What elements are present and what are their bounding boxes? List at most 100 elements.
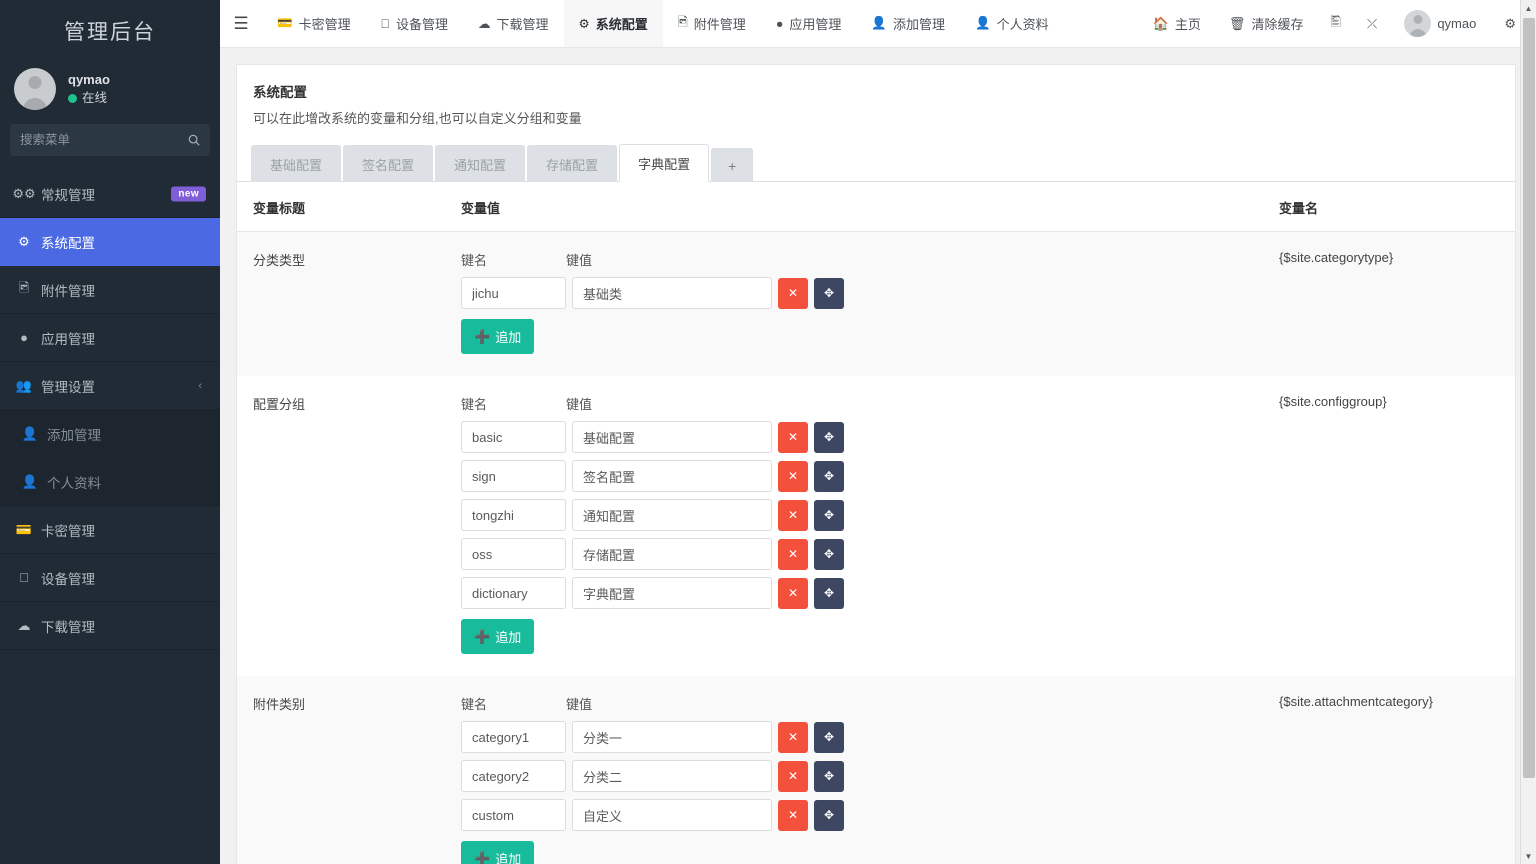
kv-key-input[interactable] [461,499,566,531]
kv-pair-row: ✕ ✥ [461,721,1253,753]
row-title: 附件类别 [237,676,445,864]
move-row-handle[interactable]: ✥ [814,800,844,831]
move-row-handle[interactable]: ✥ [814,278,844,309]
delete-row-button[interactable]: ✕ [778,278,808,309]
table-row: 附件类别 键名 键值 ✕ ✥ [237,676,1515,864]
delete-row-button[interactable]: ✕ [778,722,808,753]
move-row-handle[interactable]: ✥ [814,422,844,453]
sidebar-item-general[interactable]: ⚙⚙ 常规管理 new [0,170,220,218]
sidebar-search [0,124,220,170]
theme-skin-icon[interactable]: 🖺 [1317,0,1353,47]
sidebar-menu: ⚙⚙ 常规管理 new ⚙ 系统配置 🖻 附件管理 ● [0,170,220,650]
move-row-handle[interactable]: ✥ [814,500,844,531]
move-row-handle[interactable]: ✥ [814,539,844,570]
kv-key-input[interactable] [461,460,566,492]
tab-system-config[interactable]: ⚙ 系统配置 [564,0,663,47]
kv-key-input[interactable] [461,799,566,831]
sidebar-item-admin-settings[interactable]: 👥 管理设置 ‹ [0,362,220,410]
tab-sign-config[interactable]: 签名配置 [343,145,433,182]
clear-cache-button[interactable]: 🗑 清除缓存 [1215,0,1318,47]
sidebar-item-app[interactable]: ● 应用管理 [0,314,220,362]
page-scrollbar[interactable]: ▲ ▼ [1520,0,1536,864]
tab-basic-config[interactable]: 基础配置 [251,145,341,182]
kv-pair-row: ✕ ✥ [461,460,1253,492]
sidebar-item-system-config[interactable]: ⚙ 系统配置 [0,218,220,266]
search-input[interactable] [10,124,210,156]
kv-value-input[interactable] [572,577,772,609]
home-icon: 🏠 [1153,16,1169,32]
kv-value-input[interactable] [572,421,772,453]
sidebar-item-device[interactable]:  设备管理 [0,554,220,602]
sidebar-item-attachment[interactable]: 🖻 附件管理 [0,266,220,314]
kv-value-input[interactable] [572,277,772,309]
move-row-handle[interactable]: ✥ [814,761,844,792]
kv-pair-row: ✕ ✥ [461,538,1253,570]
tab-storage-config[interactable]: 存储配置 [527,145,617,182]
tab-download-management[interactable]: ☁ 下载管理 [463,0,564,47]
scroll-down-arrow-icon[interactable]: ▼ [1521,848,1536,864]
scrollbar-thumb[interactable] [1523,18,1535,778]
kv-key-input[interactable] [461,277,566,309]
profile-status: 在线 [68,89,110,107]
kv-value-input[interactable] [572,460,772,492]
sidebar-item-label: 管理设置 [41,376,95,396]
add-pair-button[interactable]: ➕ 追加 [461,319,534,354]
sidebar-item-add-admin[interactable]: 👤 添加管理 [0,410,220,458]
kv-key-input[interactable] [461,421,566,453]
move-row-handle[interactable]: ✥ [814,722,844,753]
user-menu[interactable]: qymao [1390,0,1490,47]
plus-icon: ➕ [474,629,490,645]
cloud-download-icon: ☁ [478,16,491,31]
move-row-handle[interactable]: ✥ [814,578,844,609]
sidebar-item-download[interactable]: ☁ 下载管理 [0,602,220,650]
home-button[interactable]: 🏠 主页 [1139,0,1215,47]
tab-personal-profile[interactable]: 👤 个人资料 [960,0,1064,47]
home-label: 主页 [1175,14,1201,33]
kv-key-input[interactable] [461,721,566,753]
delete-row-button[interactable]: ✕ [778,461,808,492]
chevron-left-icon[interactable]: ‹ [198,380,202,392]
kv-value-input[interactable] [572,799,772,831]
delete-row-button[interactable]: ✕ [778,578,808,609]
sidebar-item-label: 下载管理 [41,616,95,636]
sidebar-item-label: 个人资料 [47,472,101,492]
move-row-handle[interactable]: ✥ [814,461,844,492]
delete-row-button[interactable]: ✕ [778,800,808,831]
tab-notify-config[interactable]: 通知配置 [435,145,525,182]
topbar-right: 🏠 主页 🗑 清除缓存 🖺 ⤫ qymao ⚙ [1139,0,1530,47]
kv-value-label: 键值 [566,694,592,713]
search-icon[interactable] [187,133,201,147]
delete-row-button[interactable]: ✕ [778,500,808,531]
nav-label: 个人资料 [997,14,1049,33]
scroll-up-arrow-icon[interactable]: ▲ [1521,0,1536,16]
kv-value-input[interactable] [572,721,772,753]
add-tab-button[interactable]: + [711,148,753,182]
sidebar-item-card[interactable]: 💳 卡密管理 [0,506,220,554]
kv-key-input[interactable] [461,577,566,609]
fullscreen-icon[interactable]: ⤫ [1354,0,1390,47]
sidebar-item-label: 卡密管理 [41,520,95,540]
hamburger-icon[interactable]: ☰ [220,0,262,47]
kv-value-input[interactable] [572,499,772,531]
apple-icon:  [381,17,390,31]
tab-dictionary-config[interactable]: 字典配置 [619,144,709,182]
delete-row-button[interactable]: ✕ [778,761,808,792]
profile-status-label: 在线 [82,89,107,107]
delete-row-button[interactable]: ✕ [778,422,808,453]
kv-key-input[interactable] [461,538,566,570]
table-row: 分类类型 键名 键值 ✕ ✥ [237,232,1515,377]
tab-attachment-management[interactable]: 🖻 附件管理 [663,0,761,47]
kv-value-input[interactable] [572,538,772,570]
sidebar-item-profile[interactable]: 👤 个人资料 [0,458,220,506]
tab-card-management[interactable]: 💳 卡密管理 [262,0,366,47]
delete-row-button[interactable]: ✕ [778,539,808,570]
kv-value-input[interactable] [572,760,772,792]
tab-device-management[interactable]:  设备管理 [366,0,463,47]
add-pair-button[interactable]: ➕ 追加 [461,619,534,654]
tab-add-admin[interactable]: 👤 添加管理 [856,0,960,47]
add-pair-button[interactable]: ➕ 追加 [461,841,534,864]
kv-key-input[interactable] [461,760,566,792]
tab-app-management[interactable]: ● 应用管理 [761,0,857,47]
row-varname: {$site.attachmentcategory} [1263,676,1515,864]
image-icon: 🖻 [678,13,688,34]
